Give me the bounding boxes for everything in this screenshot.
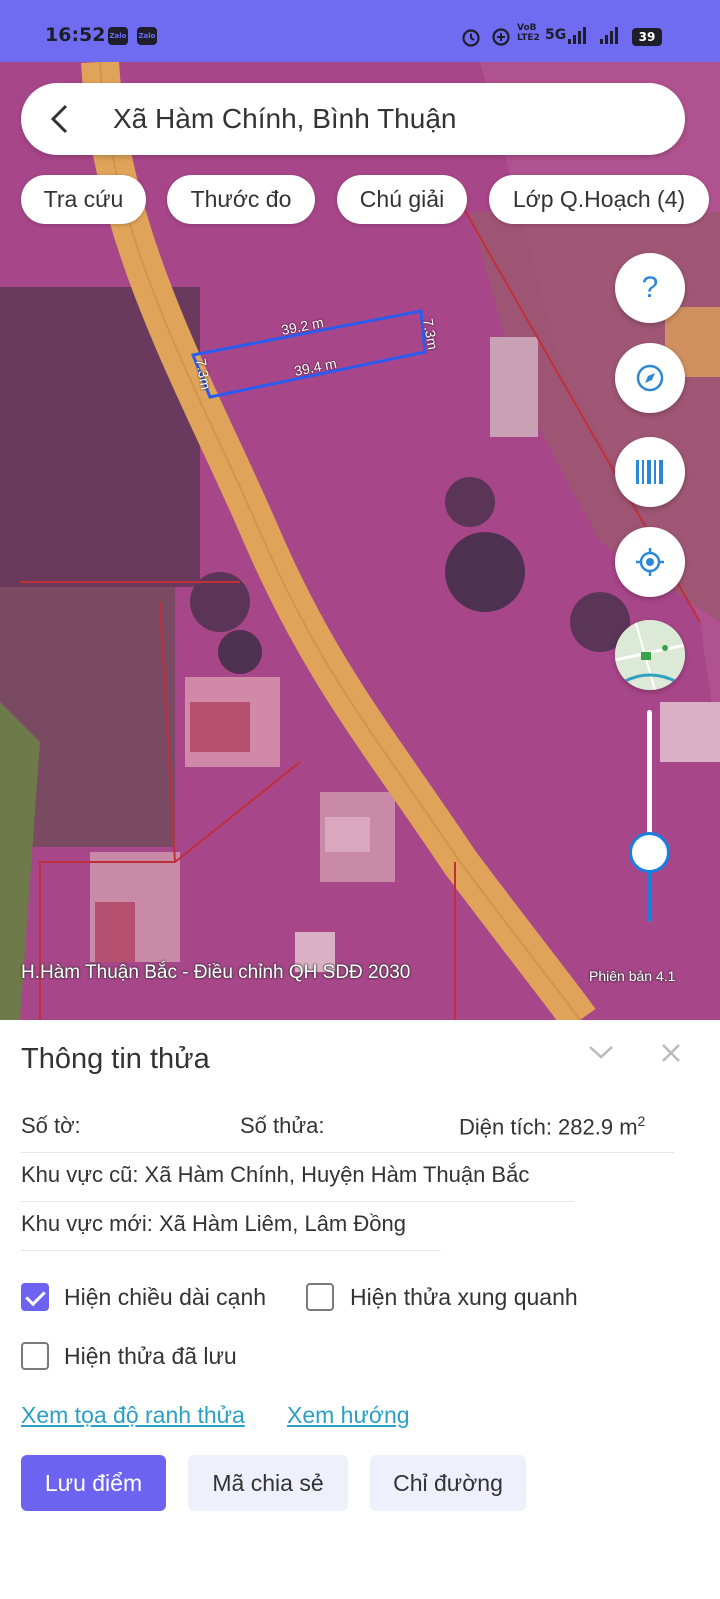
- volte-label: VoB LTE2: [517, 23, 540, 43]
- barcode-icon: [636, 460, 663, 484]
- alarm-icon: [462, 29, 480, 47]
- divider: [21, 1152, 674, 1153]
- checkbox-show-surrounding-parcels[interactable]: [306, 1283, 334, 1311]
- view-boundary-coordinates-link[interactable]: Xem tọa độ ranh thửa: [21, 1402, 245, 1429]
- chip-chu-giai[interactable]: Chú giải: [337, 175, 467, 224]
- locate-button[interactable]: [615, 527, 685, 597]
- panel-title: Thông tin thửa: [21, 1043, 210, 1075]
- sheet-number-label: Số tờ:: [21, 1113, 81, 1138]
- signal-icon: [600, 26, 618, 44]
- chip-lop-quy-hoach[interactable]: Lớp Q.Hoạch (4): [489, 175, 709, 224]
- area-value: Diện tích: 282.9 m2: [459, 1113, 646, 1140]
- data-saver-icon: [492, 28, 510, 46]
- save-point-button[interactable]: Lưu điểm: [21, 1455, 166, 1511]
- chip-tra-cuu[interactable]: Tra cứu: [21, 175, 146, 224]
- checkbox-label[interactable]: Hiện thửa đã lưu: [64, 1343, 237, 1370]
- checkbox-show-saved-parcels[interactable]: [21, 1342, 49, 1370]
- chevron-down-icon[interactable]: [588, 1042, 614, 1062]
- status-bar: 16:52 Zalo Zalo VoB LTE2 5G 39: [0, 0, 720, 62]
- compass-button[interactable]: [615, 343, 685, 413]
- divider: [21, 1201, 574, 1202]
- help-button[interactable]: ?: [615, 253, 685, 323]
- location-title[interactable]: Xã Hàm Chính, Bình Thuận: [113, 103, 456, 135]
- map-layer-caption: H.Hàm Thuận Bắc - Điều chỉnh QH SDĐ 2030: [21, 962, 411, 983]
- checkbox-label[interactable]: Hiện thửa xung quanh: [350, 1284, 578, 1311]
- signal-icon: [568, 26, 586, 44]
- directions-button[interactable]: Chỉ đường: [370, 1455, 526, 1511]
- clock: 16:52: [45, 24, 106, 46]
- zalo-notification-icon: Zalo: [137, 27, 157, 45]
- map-version: Phiên bản 4.1: [589, 968, 676, 984]
- zalo-notification-icon: Zalo: [108, 27, 128, 45]
- view-direction-link[interactable]: Xem hướng: [287, 1402, 410, 1429]
- chevron-left-icon[interactable]: [45, 102, 75, 136]
- network-type: 5G: [545, 27, 567, 43]
- divider: [21, 1250, 441, 1251]
- close-icon[interactable]: [660, 1042, 682, 1064]
- zoom-slider[interactable]: [647, 710, 652, 922]
- barcode-button[interactable]: [615, 437, 685, 507]
- search-bar[interactable]: Xã Hàm Chính, Bình Thuận: [21, 83, 685, 155]
- help-icon: ?: [641, 271, 659, 304]
- old-area: Khu vực cũ: Xã Hàm Chính, Huyện Hàm Thuậ…: [21, 1162, 530, 1187]
- battery-indicator: 39: [632, 28, 662, 46]
- compass-icon: [636, 364, 664, 392]
- parcel-number-label: Số thửa:: [240, 1113, 325, 1138]
- zoom-slider-thumb[interactable]: [629, 832, 670, 873]
- locate-icon: [636, 548, 664, 576]
- share-code-button[interactable]: Mã chia sẻ: [188, 1455, 348, 1511]
- chip-thuoc-do[interactable]: Thước đo: [167, 175, 315, 224]
- checkbox-label[interactable]: Hiện chiều dài cạnh: [64, 1284, 266, 1311]
- checkbox-show-edge-length[interactable]: [21, 1283, 49, 1311]
- new-area: Khu vực mới: Xã Hàm Liêm, Lâm Đồng: [21, 1211, 406, 1236]
- minimap-icon: [615, 620, 685, 690]
- minimap-thumbnail[interactable]: [615, 620, 685, 690]
